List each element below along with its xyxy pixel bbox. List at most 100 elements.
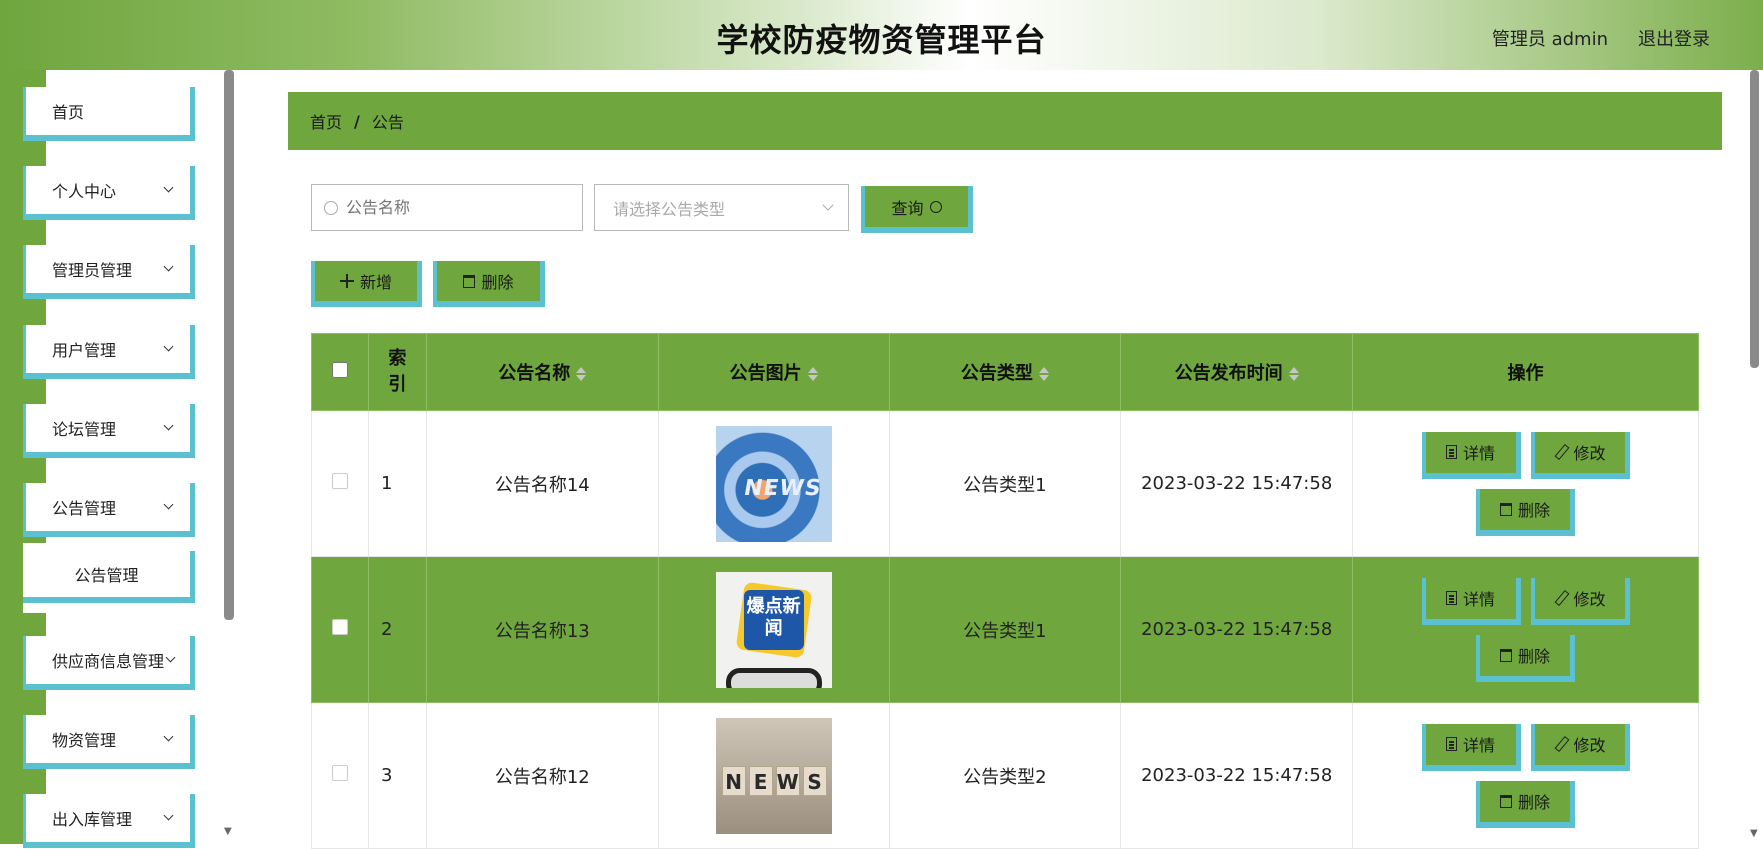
row-checkbox[interactable] <box>331 765 348 781</box>
row-name: 公告名称13 <box>425 556 659 703</box>
select-all-checkbox[interactable] <box>331 361 348 378</box>
add-label: 新增 <box>359 273 392 292</box>
header-name[interactable]: 公告名称 <box>425 333 659 411</box>
row-time: 2023-03-22 15:47:58 <box>1120 410 1354 557</box>
edit-label: 修改 <box>1573 736 1606 755</box>
sidebar-item-label: 供应商信息管理 <box>52 652 165 671</box>
pencil-icon <box>1554 737 1568 751</box>
header-image[interactable]: 公告图片 <box>657 333 890 411</box>
row-index: 2 <box>367 556 427 703</box>
sidebar-item-home[interactable]: 首页 <box>23 87 195 141</box>
sidebar-item-label: 个人中心 <box>52 182 117 201</box>
chevron-down-icon <box>162 732 176 746</box>
row-name: 公告名称14 <box>425 410 659 557</box>
search-icon <box>929 200 942 213</box>
notice-type-placeholder: 请选择公告类型 <box>613 199 726 219</box>
header-image-label: 公告图片 <box>729 363 802 384</box>
delete-button[interactable]: 删除 <box>1476 634 1576 682</box>
delete-button[interactable]: 删除 <box>1476 780 1576 828</box>
row-image-cell: 爆点新闻 <box>657 556 890 703</box>
edit-label: 修改 <box>1573 590 1606 609</box>
chevron-down-icon <box>162 262 176 276</box>
chevron-down-icon <box>822 199 834 211</box>
table-row: 1 公告名称14 NEWS 公告类型1 2023-03-22 15:47:58 … <box>311 410 1699 557</box>
pencil-icon <box>1554 445 1568 459</box>
batch-delete-button[interactable]: 删除 <box>433 261 545 307</box>
chevron-up-icon <box>162 500 176 514</box>
edit-button[interactable]: 修改 <box>1530 577 1630 625</box>
header-type-label: 公告类型 <box>960 363 1033 384</box>
sort-icon[interactable] <box>807 366 818 382</box>
row-checkbox[interactable] <box>331 619 348 635</box>
notice-name-search[interactable] <box>311 184 583 231</box>
breadcrumb-separator: / <box>354 111 360 131</box>
scroll-down-arrow-icon[interactable]: ▼ <box>1750 828 1758 839</box>
delete-label: 删除 <box>481 273 514 292</box>
select-all-cell <box>311 333 369 411</box>
sidebar-item-stock-management[interactable]: 出入库管理 <box>23 794 195 848</box>
sidebar-item-label: 出入库管理 <box>52 810 133 829</box>
delete-label: 删除 <box>1518 501 1551 520</box>
query-button[interactable]: 查询 <box>861 186 973 233</box>
row-select-cell <box>311 556 369 703</box>
delete-label: 删除 <box>1518 793 1551 812</box>
sidebar-item-personal-center[interactable]: 个人中心 <box>23 166 195 220</box>
sidebar-item-supplier-management[interactable]: 供应商信息管理 <box>23 636 195 690</box>
row-image-cell: NEWS <box>657 410 890 557</box>
sort-icon[interactable] <box>576 366 587 382</box>
scroll-down-arrow-icon[interactable]: ▼ <box>224 826 234 837</box>
row-actions: 详情 修改 删除 <box>1352 556 1699 703</box>
detail-button[interactable]: 详情 <box>1421 723 1521 771</box>
detail-label: 详情 <box>1463 590 1496 609</box>
row-actions: 详情 修改 删除 <box>1352 410 1699 557</box>
edit-button[interactable]: 修改 <box>1530 723 1630 771</box>
delete-button[interactable]: 删除 <box>1476 488 1576 536</box>
row-time: 2023-03-22 15:47:58 <box>1120 556 1354 703</box>
sidebar-item-user-management[interactable]: 用户管理 <box>23 325 195 379</box>
sidebar-item-forum-management[interactable]: 论坛管理 <box>23 404 195 458</box>
notice-image[interactable]: N E W S <box>715 717 832 834</box>
detail-button[interactable]: 详情 <box>1421 431 1521 479</box>
sidebar-item-admin-management[interactable]: 管理员管理 <box>23 245 195 299</box>
sidebar-item-label: 首页 <box>52 103 85 122</box>
header-actions: 操作 <box>1352 333 1699 411</box>
add-button[interactable]: 新增 <box>311 261 422 307</box>
notice-name-input[interactable] <box>346 198 566 217</box>
chevron-down-icon <box>162 342 176 356</box>
sidebar-item-supplies-management[interactable]: 物资管理 <box>23 715 195 769</box>
row-type: 公告类型1 <box>888 410 1122 557</box>
header-name-label: 公告名称 <box>498 363 571 384</box>
sort-icon[interactable] <box>1038 366 1049 382</box>
header-time[interactable]: 公告发布时间 <box>1120 333 1354 411</box>
plus-icon <box>339 274 354 288</box>
chevron-down-icon <box>164 653 176 667</box>
breadcrumb-current: 公告 <box>371 113 404 132</box>
row-index: 1 <box>367 410 427 557</box>
row-checkbox[interactable] <box>331 473 348 489</box>
header-type[interactable]: 公告类型 <box>888 333 1122 411</box>
cube-letter: W <box>775 765 800 796</box>
sidebar-item-label: 用户管理 <box>52 341 117 360</box>
sort-icon[interactable] <box>1288 366 1299 382</box>
main-scrollbar[interactable] <box>1750 70 1759 368</box>
row-select-cell <box>311 410 369 557</box>
notice-table: 索引 公告名称 公告图片 公告类型 公告发布时间 操作 1 公告名称14 NEW… <box>311 333 1699 849</box>
submenu-item-notice-management[interactable]: 公告管理 <box>23 551 195 603</box>
breadcrumb-home[interactable]: 首页 <box>310 109 342 133</box>
detail-button[interactable]: 详情 <box>1421 577 1521 625</box>
breadcrumb: 首页 / 公告 <box>288 92 1722 150</box>
notice-image[interactable]: NEWS <box>715 425 832 542</box>
detail-label: 详情 <box>1463 444 1496 463</box>
notice-image[interactable]: 爆点新闻 <box>715 571 832 688</box>
sidebar-scrollbar[interactable] <box>224 70 234 620</box>
cube-letter: S <box>802 765 827 796</box>
notice-type-select[interactable]: 请选择公告类型 <box>594 184 849 231</box>
edit-button[interactable]: 修改 <box>1530 431 1630 479</box>
header-index-label: 索引 <box>388 348 407 395</box>
chevron-down-icon <box>162 183 176 197</box>
logout-link[interactable]: 退出登录 <box>1638 25 1710 51</box>
sidebar-item-notice-management[interactable]: 公告管理 <box>23 483 195 537</box>
header-index: 索引 <box>367 333 427 411</box>
user-label: 管理员 admin <box>1491 29 1608 50</box>
row-image-cell: N E W S <box>657 702 890 849</box>
